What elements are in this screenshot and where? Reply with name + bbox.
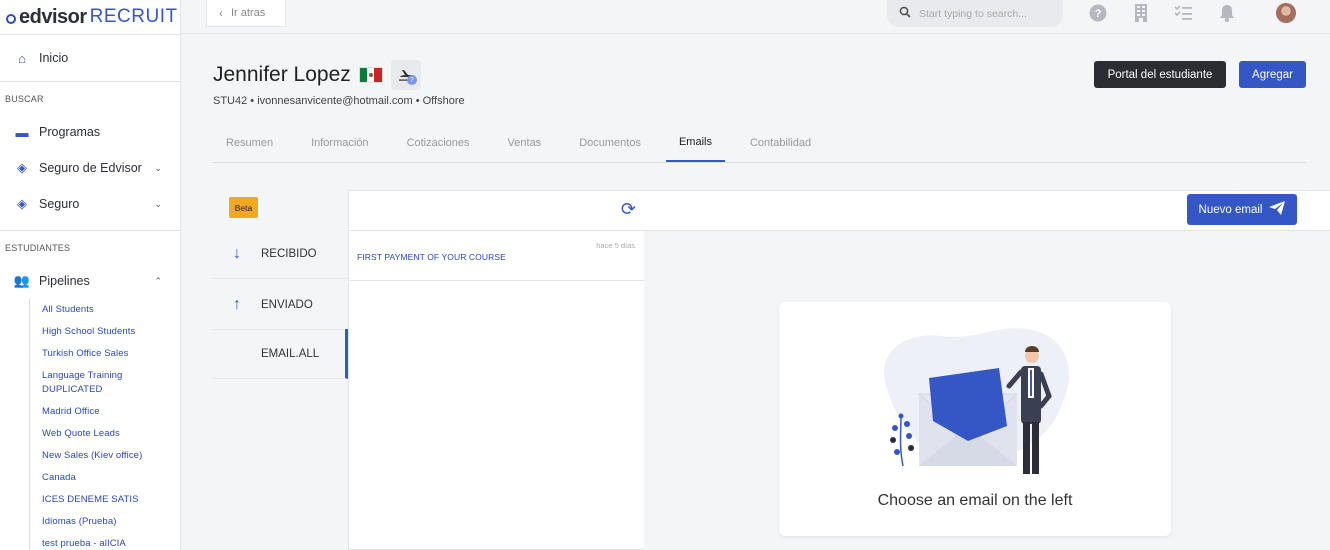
folder-all[interactable]: EMAIL.ALL (213, 329, 348, 379)
student-portal-button[interactable]: Portal del estudiante (1094, 61, 1226, 88)
avatar[interactable] (1276, 3, 1296, 23)
tab-quotes[interactable]: Cotizaciones (394, 124, 483, 162)
empty-state-card: Choose an email on the left (779, 302, 1171, 536)
email-date: hace 5 días (596, 241, 635, 250)
folder-sent[interactable]: ↑ ENVIADO (213, 280, 348, 330)
sidebar-item-label: Seguro (39, 197, 80, 211)
question-badge-icon: ? (406, 75, 417, 85)
sidebar-item-edvisor-insurance[interactable]: ◈ Seguro de Edvisor ⌄ (0, 150, 180, 186)
building-icon[interactable] (1131, 3, 1151, 23)
pipeline-link[interactable]: Idiomas (Prueba) (42, 515, 180, 529)
svg-text:?: ? (1095, 8, 1102, 20)
help-icon[interactable]: ? (1088, 3, 1108, 23)
sidebar-item-label: Inicio (39, 51, 69, 65)
email-viewer: Nuevo email Choose an email on the left (644, 190, 1330, 550)
student-header: Jennifer Lopez ? (213, 60, 421, 90)
logo-product: RECRUIT (89, 6, 178, 27)
sidebar-item-label: Seguro de Edvisor (39, 161, 142, 175)
chevron-down-icon[interactable]: ⌄ (154, 199, 162, 210)
empty-mail-illustration (883, 328, 1069, 474)
book-icon: ▬ (15, 124, 29, 140)
email-subject: FIRST PAYMENT OF YOUR COURSE (357, 252, 506, 262)
app-logo[interactable]: edvisor RECRUIT (0, 0, 180, 34)
student-details: STU42 • ivonnesanvicente@hotmail.com • O… (213, 95, 465, 107)
chevron-left-icon: ‹ (219, 6, 223, 20)
home-icon: ⌂ (18, 50, 26, 66)
refresh-icon[interactable]: ⟳ (621, 199, 636, 220)
sidebar: edvisor RECRUIT ⌂ Inicio BUSCAR ▬ Progra… (0, 0, 181, 550)
top-bar: ‹ Ir atras Start typing to search... ? (181, 0, 1330, 34)
folder-received[interactable]: ↓ RECIBIDO (213, 229, 348, 279)
sidebar-item-label: Programas (39, 125, 101, 139)
sidebar-item-insurance[interactable]: ◈ Seguro ⌄ (0, 186, 180, 222)
new-email-button[interactable]: Nuevo email (1187, 194, 1297, 225)
plane-status-icon[interactable]: ? (390, 60, 421, 90)
pipeline-link[interactable]: Turkish Office Sales (42, 347, 180, 361)
search-input[interactable]: Start typing to search... (887, 0, 1063, 27)
new-email-label: Nuevo email (1198, 203, 1263, 216)
chevron-up-icon[interactable]: ⌃ (154, 276, 162, 287)
back-button[interactable]: ‹ Ir atras (206, 0, 286, 27)
paper-plane-icon (1269, 201, 1286, 218)
arrow-up-icon: ↑ (233, 295, 241, 313)
pipeline-link[interactable]: test prueba - alICIA (42, 537, 180, 550)
student-name: Jennifer Lopez (213, 63, 351, 86)
tab-summary[interactable]: Resumen (213, 124, 286, 162)
pipeline-link[interactable]: ICES DENEME SATIS (42, 493, 180, 507)
email-list-header: ⟳ (349, 191, 644, 231)
tab-emails[interactable]: Emails (665, 124, 725, 162)
shield-icon: ◈ (17, 160, 27, 175)
search-placeholder: Start typing to search... (919, 7, 1027, 20)
beta-badge: Beta (229, 197, 258, 218)
add-button[interactable]: Agregar (1239, 61, 1306, 88)
sidebar-item-programs[interactable]: ▬ Programas (0, 114, 180, 150)
section-title-search: BUSCAR (5, 94, 44, 104)
empty-state-text: Choose an email on the left (877, 492, 1073, 509)
pipeline-list: All Students High School Students Turkis… (29, 299, 180, 550)
checklist-icon[interactable] (1173, 3, 1193, 23)
list-item[interactable]: hace 5 días FIRST PAYMENT OF YOUR COURSE (349, 231, 644, 281)
logo-mark-icon (6, 14, 16, 24)
pipeline-link[interactable]: High School Students (42, 325, 180, 339)
pipeline-link[interactable]: All Students (42, 303, 180, 317)
email-viewer-header: Nuevo email (644, 191, 1330, 231)
tab-bar: Resumen Información Cotizaciones Ventas … (213, 124, 1306, 163)
tab-information[interactable]: Información (298, 124, 381, 162)
tab-documents[interactable]: Documentos (566, 124, 654, 162)
sidebar-item-label: Pipelines (39, 274, 90, 288)
arrow-down-icon: ↓ (233, 244, 241, 262)
sidebar-item-pipelines[interactable]: 👥 Pipelines ⌃ (0, 263, 180, 299)
pipeline-link[interactable]: Language Training DUPLICATED (42, 369, 137, 397)
folder-label: ENVIADO (261, 298, 313, 311)
logo-word: edvisor (19, 5, 87, 28)
search-icon (899, 6, 911, 21)
back-label: Ir atras (231, 7, 266, 19)
pipeline-link[interactable]: New Sales (Kiev office) (42, 449, 180, 463)
section-title-students: ESTUDIANTES (5, 243, 71, 253)
chevron-down-icon[interactable]: ⌄ (154, 163, 162, 174)
email-list: ⟳ hace 5 días FIRST PAYMENT OF YOUR COUR… (348, 190, 645, 550)
sidebar-item-home[interactable]: ⌂ Inicio (0, 35, 180, 81)
mexico-flag-icon (358, 67, 383, 83)
tab-accounting[interactable]: Contabilidad (737, 124, 824, 162)
pipeline-link[interactable]: Madrid Office (42, 405, 180, 419)
folder-label: EMAIL.ALL (261, 347, 320, 360)
folder-label: RECIBIDO (261, 247, 317, 260)
shield-icon: ◈ (17, 196, 27, 211)
pipeline-link[interactable]: Web Quote Leads (42, 427, 180, 441)
users-icon: 👥 (13, 273, 31, 288)
bell-icon[interactable] (1217, 3, 1237, 23)
tab-sales[interactable]: Ventas (495, 124, 555, 162)
pipeline-link[interactable]: Canada (42, 471, 180, 485)
